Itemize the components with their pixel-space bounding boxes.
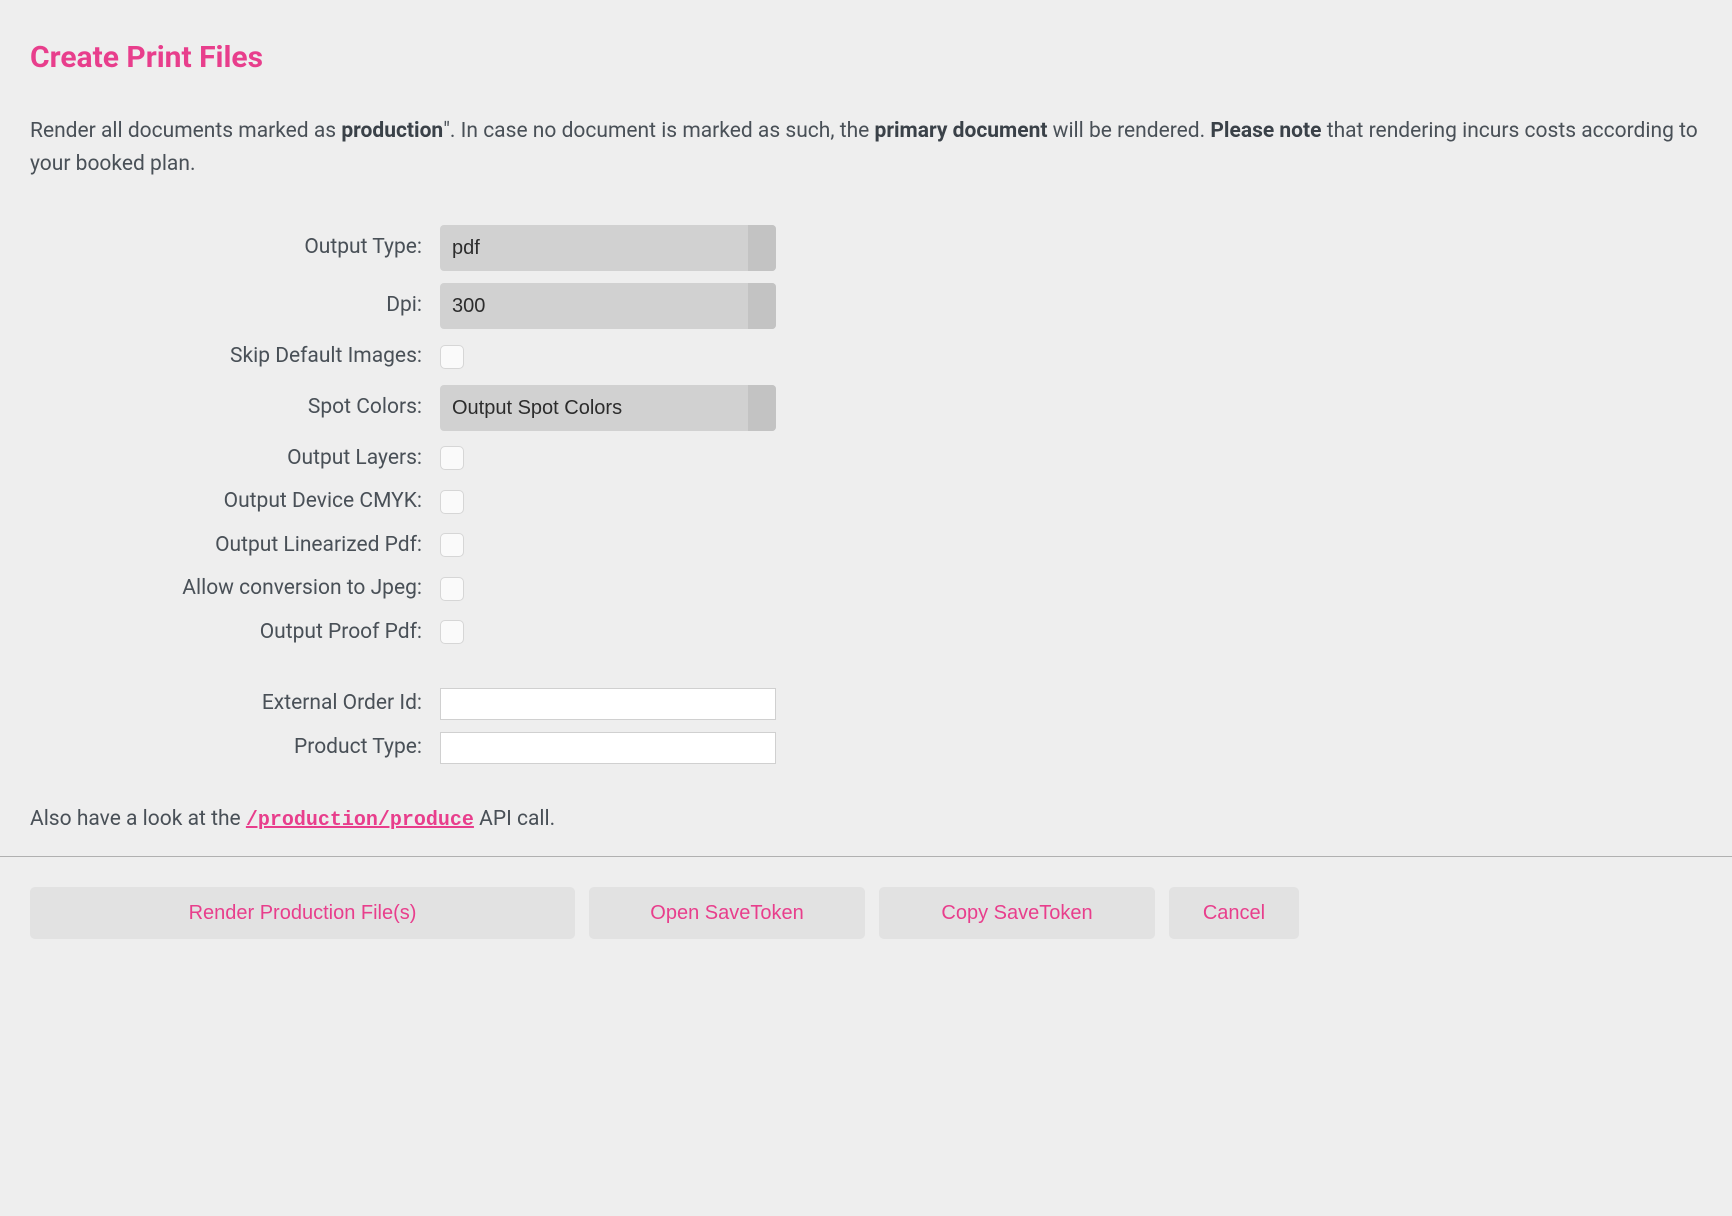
spot-colors-select[interactable]: Output Spot Colors	[440, 385, 776, 431]
skip-default-images-label: Skip Default Images:	[30, 341, 440, 373]
allow-jpeg-checkbox[interactable]	[440, 577, 464, 601]
product-type-label: Product Type:	[30, 732, 440, 764]
output-proof-pdf-checkbox[interactable]	[440, 620, 464, 644]
external-order-id-label: External Order Id:	[30, 688, 440, 720]
page-title: Create Print Files	[30, 35, 1702, 80]
api-link[interactable]: /production/produce	[246, 809, 474, 832]
output-device-cmyk-checkbox[interactable]	[440, 490, 464, 514]
output-type-label: Output Type:	[30, 232, 440, 264]
output-type-select[interactable]: pdf	[440, 225, 776, 271]
output-layers-checkbox[interactable]	[440, 446, 464, 470]
output-linearized-pdf-label: Output Linearized Pdf:	[30, 530, 440, 562]
description-text: Render all documents marked as productio…	[30, 115, 1702, 180]
output-proof-pdf-label: Output Proof Pdf:	[30, 617, 440, 649]
dpi-select[interactable]: 300	[440, 283, 776, 329]
external-order-id-input[interactable]	[440, 688, 776, 720]
cancel-button[interactable]: Cancel	[1169, 887, 1299, 939]
output-layers-label: Output Layers:	[30, 443, 440, 475]
footer-text: Also have a look at the /production/prod…	[30, 804, 1702, 836]
output-linearized-pdf-checkbox[interactable]	[440, 533, 464, 557]
spot-colors-label: Spot Colors:	[30, 392, 440, 424]
product-type-input[interactable]	[440, 732, 776, 764]
dpi-label: Dpi:	[30, 290, 440, 322]
allow-jpeg-label: Allow conversion to Jpeg:	[30, 573, 440, 605]
output-device-cmyk-label: Output Device CMYK:	[30, 486, 440, 518]
open-savetoken-button[interactable]: Open SaveToken	[589, 887, 865, 939]
skip-default-images-checkbox[interactable]	[440, 345, 464, 369]
copy-savetoken-button[interactable]: Copy SaveToken	[879, 887, 1155, 939]
render-production-button[interactable]: Render Production File(s)	[30, 887, 575, 939]
